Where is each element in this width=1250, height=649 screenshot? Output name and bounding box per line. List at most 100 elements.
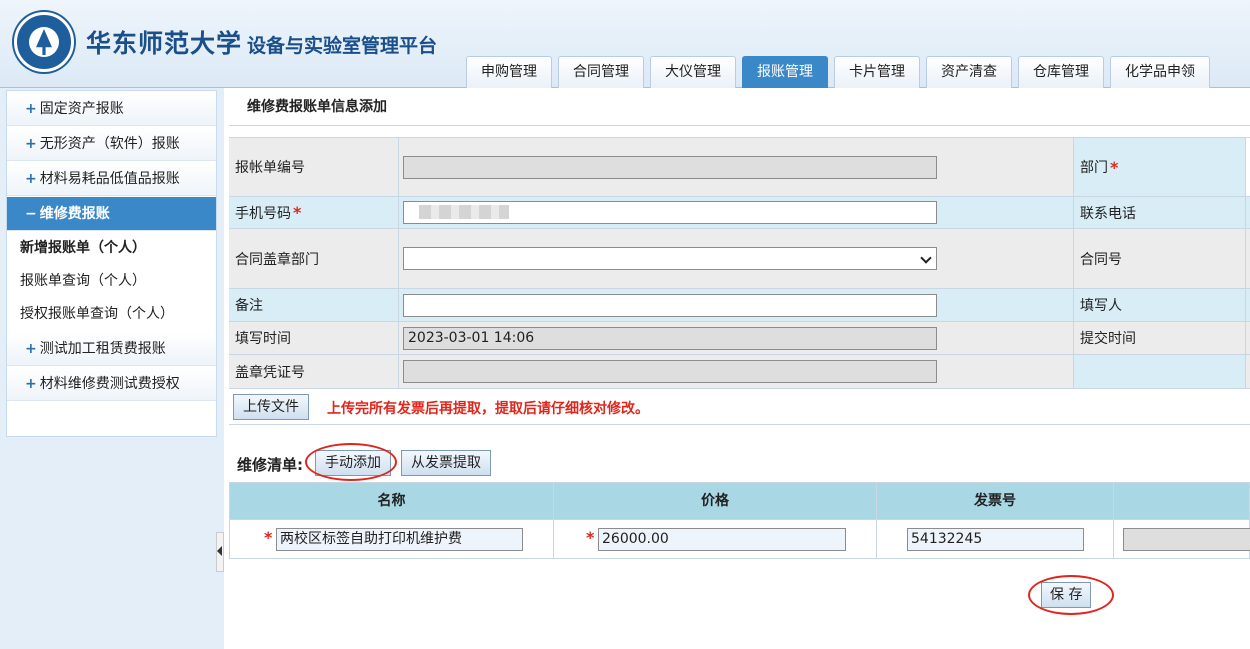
submit-time-label: 提交时间 xyxy=(1074,322,1246,354)
form-row: 备注 填写人 xyxy=(229,289,1250,322)
tab-warehouse[interactable]: 仓库管理 xyxy=(1018,56,1104,88)
upload-file-button[interactable]: 上传文件 xyxy=(233,394,309,420)
label-text: 手机号码 xyxy=(235,205,291,222)
contract-no-label: 合同号 xyxy=(1074,229,1246,288)
sidebar-collapse-handle[interactable] xyxy=(216,532,224,572)
empty-cell xyxy=(1074,355,1246,388)
sidebar-item-label: 无形资产（软件）报账 xyxy=(39,136,180,152)
fill-time-field: 2023-03-01 14:06 xyxy=(403,327,937,350)
required-asterisk: * xyxy=(293,203,302,222)
tab-large-instrument[interactable]: 大仪管理 xyxy=(650,56,736,88)
sidebar-menu: + 固定资产报账 + 无形资产（软件）报账 + 材料易耗品低值品报账 − 维修费报账 新… xyxy=(6,90,217,437)
note-cell xyxy=(399,289,1074,321)
label-text: 填写时间 xyxy=(235,331,291,347)
phone-label: 手机号码 * xyxy=(229,197,399,228)
plus-icon: + xyxy=(25,341,37,357)
sidebar: + 固定资产报账 + 无形资产（软件）报账 + 材料易耗品低值品报账 − 维修费报账 新… xyxy=(0,88,224,649)
form-row: 填写时间 2023-03-01 14:06 提交时间 xyxy=(229,322,1250,355)
tab-card[interactable]: 卡片管理 xyxy=(834,56,920,88)
sidebar-item-label: 测试加工租赁费报账 xyxy=(39,341,166,357)
fill-time-label: 填写时间 xyxy=(229,322,399,354)
column-header-name: 名称 xyxy=(230,483,554,519)
dept-label: 部门 * xyxy=(1074,138,1246,196)
divider xyxy=(229,424,1250,425)
highlight-circle xyxy=(305,443,397,481)
sidebar-item-label: 材料易耗品低值品报账 xyxy=(39,171,180,187)
filler-label: 填写人 xyxy=(1074,289,1246,321)
sidebar-item-label: 固定资产报账 xyxy=(39,101,124,117)
highlight-circle xyxy=(1028,575,1114,615)
repair-table-header: 名称 价格 发票号 xyxy=(229,482,1250,520)
bill-no-cell xyxy=(399,138,1074,196)
main-content: 维修费报账单信息添加 报帐单编号 部门 * 手机号码 * 联系电话 合同盖章部门 合… xyxy=(229,88,1250,649)
sidebar-item-materials[interactable]: + 材料易耗品低值品报账 xyxy=(7,162,216,196)
redacted-phone xyxy=(419,205,509,219)
sidebar-item-repair[interactable]: − 维修费报账 xyxy=(7,197,216,231)
seal-dept-select[interactable] xyxy=(403,247,937,270)
form-row: 报帐单编号 部门 * xyxy=(229,137,1250,197)
form-row: 盖章凭证号 xyxy=(229,355,1250,389)
page-title: 维修费报账单信息添加 xyxy=(229,88,1250,126)
label-text: 联系电话 xyxy=(1080,205,1136,222)
sidebar-item-authorization[interactable]: + 材料维修费测试费授权 xyxy=(7,367,216,401)
sidebar-item-fixed-asset[interactable]: + 固定资产报账 xyxy=(7,92,216,126)
seal-dept-cell xyxy=(399,229,1074,288)
item-name-input[interactable]: 两校区标签自助打印机维护费 xyxy=(276,528,523,551)
tab-contract[interactable]: 合同管理 xyxy=(558,56,644,88)
readonly-field xyxy=(1123,528,1250,551)
upload-warning: 上传完所有发票后再提取，提取后请仔细核对修改。 xyxy=(327,401,649,417)
item-price-input[interactable]: 26000.00 xyxy=(598,528,846,551)
plus-icon: + xyxy=(25,136,37,152)
chevron-down-icon xyxy=(920,252,932,264)
label-text: 合同号 xyxy=(1080,251,1122,268)
column-header-invoice: 发票号 xyxy=(877,483,1114,519)
extra-cell xyxy=(1114,520,1250,558)
required-asterisk: * xyxy=(264,528,273,547)
plus-icon: + xyxy=(25,171,37,187)
tab-purchase[interactable]: 申购管理 xyxy=(466,56,552,88)
form-row: 手机号码 * 联系电话 xyxy=(229,197,1250,229)
bill-no-field xyxy=(403,156,937,179)
seal-voucher-label: 盖章凭证号 xyxy=(229,355,399,388)
tab-chemical[interactable]: 化学品申领 xyxy=(1110,56,1210,88)
seal-voucher-cell xyxy=(399,355,1074,388)
phone-cell xyxy=(399,197,1074,228)
plus-icon: + xyxy=(25,101,37,117)
invoice-no-input[interactable]: 54132245 xyxy=(907,528,1084,551)
column-header-price: 价格 xyxy=(554,483,877,519)
university-name: 华东师范大学 xyxy=(86,29,243,58)
label-text: 合同盖章部门 xyxy=(235,251,319,268)
sidebar-subitem-authorized-query[interactable]: 授权报账单查询（个人） xyxy=(7,298,216,331)
platform-name: 设备与实验室管理平台 xyxy=(247,35,438,57)
label-text: 报帐单编号 xyxy=(235,160,305,176)
table-row: * 两校区标签自助打印机维护费 * 26000.00 54132245 xyxy=(229,520,1250,559)
university-logo xyxy=(14,12,74,72)
main-tabs: 申购管理 合同管理 大仪管理 报账管理 卡片管理 资产清查 仓库管理 化学品申领 xyxy=(466,56,1216,88)
header: 华东师范大学 设备与实验室管理平台 申购管理 合同管理 大仪管理 报账管理 卡片… xyxy=(0,0,1250,88)
sidebar-subitem-bill-query[interactable]: 报账单查询（个人） xyxy=(7,265,216,298)
label-text: 部门 xyxy=(1080,160,1108,176)
required-asterisk: * xyxy=(1110,157,1119,177)
label-text: 提交时间 xyxy=(1080,331,1136,347)
tab-asset-inventory[interactable]: 资产清查 xyxy=(926,56,1012,88)
seal-voucher-field xyxy=(403,360,937,383)
required-asterisk: * xyxy=(586,528,595,547)
name-cell: * 两校区标签自助打印机维护费 xyxy=(230,520,554,558)
label-text: 备注 xyxy=(235,298,263,314)
label-text: 盖章凭证号 xyxy=(235,364,305,381)
note-input[interactable] xyxy=(403,294,937,317)
sidebar-subitem-new-bill[interactable]: 新增报账单（个人） xyxy=(7,232,216,265)
repair-list-label: 维修清单: xyxy=(237,456,303,474)
sidebar-item-test-processing[interactable]: + 测试加工租赁费报账 xyxy=(7,332,216,366)
form-row: 合同盖章部门 合同号 xyxy=(229,229,1250,289)
label-text: 填写人 xyxy=(1080,298,1122,314)
upload-row: 上传文件 上传完所有发票后再提取，提取后请仔细核对修改。 xyxy=(229,390,1250,424)
tab-reimbursement[interactable]: 报账管理 xyxy=(742,56,828,88)
chevron-left-icon xyxy=(217,546,222,556)
sidebar-item-intangible-asset[interactable]: + 无形资产（软件）报账 xyxy=(7,127,216,161)
extract-from-invoice-button[interactable]: 从发票提取 xyxy=(401,450,491,476)
contact-phone-label: 联系电话 xyxy=(1074,197,1246,228)
note-label: 备注 xyxy=(229,289,399,321)
sidebar-item-label: 材料维修费测试费授权 xyxy=(39,376,180,392)
invoice-cell: 54132245 xyxy=(877,520,1114,558)
